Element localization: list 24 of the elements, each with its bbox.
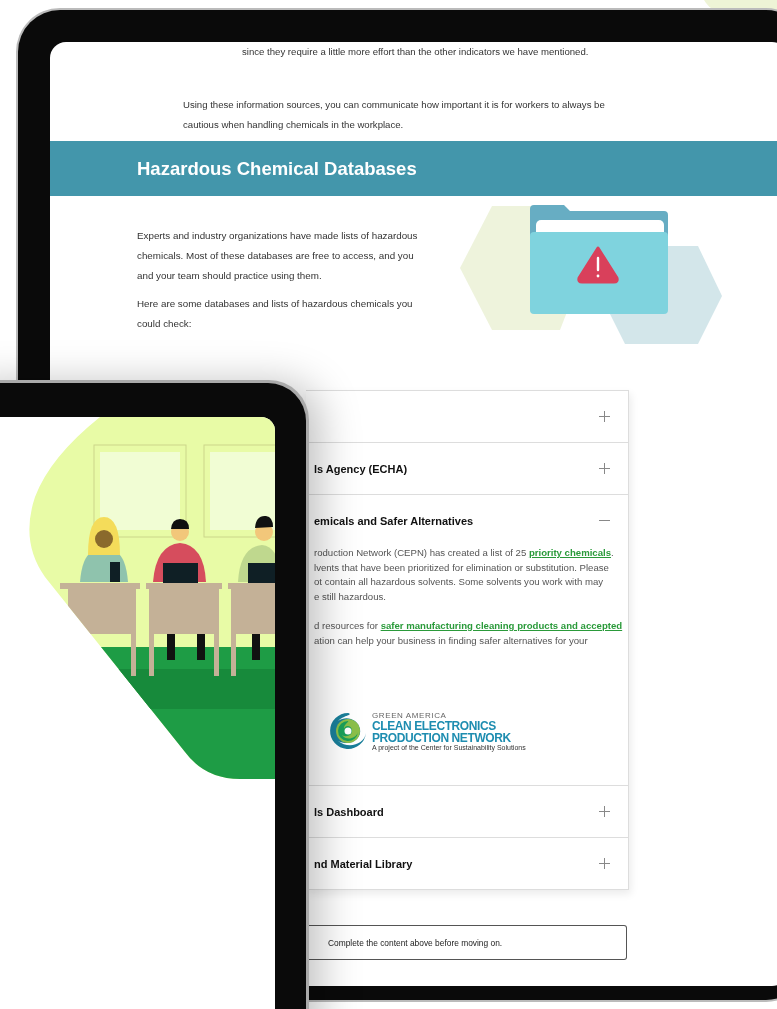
accordion-header[interactable]: ls Dashboard xyxy=(306,786,628,837)
body-text: Using these information sources, you can communicate how important it is for workers to always be cautious when handling chemicals in the workplace. xyxy=(183,98,606,132)
plus-icon xyxy=(599,411,610,422)
logo-name-text: CLEAN ELECTRONICS xyxy=(372,720,496,733)
plus-icon xyxy=(599,806,610,817)
swirl-logo-icon xyxy=(328,711,368,752)
accordion-header[interactable]: ls Agency (ECHA) xyxy=(306,443,628,494)
notice-box: Complete the content above before moving on. xyxy=(306,925,627,960)
logo-org-text: GREEN AMERICA xyxy=(372,711,448,721)
plus-icon xyxy=(599,463,610,474)
accordion-title: nd Material Library xyxy=(314,857,414,870)
plus-icon xyxy=(599,858,610,869)
accordion-header[interactable]: emicals and Safer Alternatives xyxy=(306,495,628,546)
body-text: Here are some databases and lists of hazardous chemicals you could check: xyxy=(137,297,414,331)
accordion-header[interactable]: nd Material Library xyxy=(306,838,628,889)
accordion-title: ls Dashboard xyxy=(314,805,385,818)
text-link[interactable]: safer manufacturing cleaning products and accepted xyxy=(380,619,623,631)
section-title: Hazardous Chemical Databases xyxy=(137,157,417,180)
accordion-title: emicals and Safer Alternatives xyxy=(314,514,475,527)
body-text: since they require a little more effort than the other indicators we have mentioned. xyxy=(242,45,590,59)
text-link[interactable]: priority chemicals xyxy=(528,547,611,558)
accordion-title: ls Agency (ECHA) xyxy=(314,462,409,475)
logo-name-text: PRODUCTION NETWORK xyxy=(372,732,511,745)
body-text: Experts and industry organizations have made lists of hazardous chemicals. Most of these databases are free to access, and you and your team should practice using them. xyxy=(137,229,419,283)
